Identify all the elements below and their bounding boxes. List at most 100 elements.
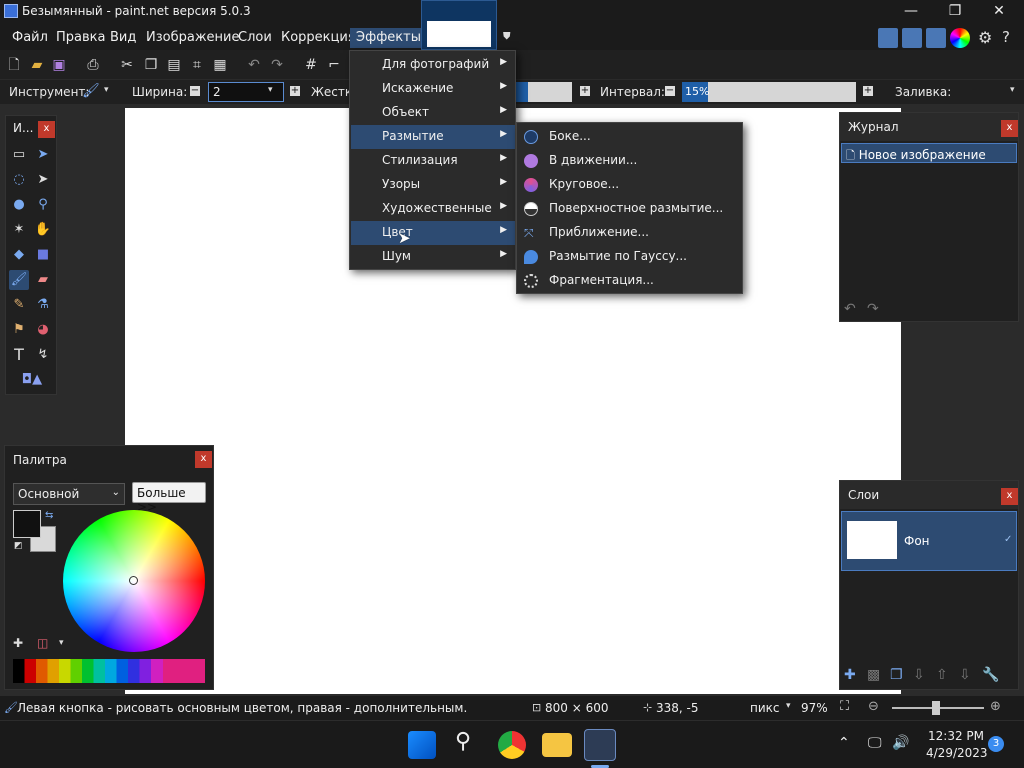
help-icon[interactable]: ?	[1002, 28, 1010, 46]
width-increase-button[interactable]: +	[290, 86, 300, 96]
history-item[interactable]: 🗋 Новое изображение	[841, 143, 1017, 163]
palette-options-chevron-icon[interactable]: ▾	[59, 638, 64, 648]
effects-menu-object[interactable]: Объект ▶	[351, 101, 515, 125]
color-wheel-cursor[interactable]	[129, 576, 138, 585]
image-tab-thumbnail[interactable]	[421, 0, 497, 50]
layer-properties-icon[interactable]: 🔧	[982, 667, 999, 683]
zoom-value[interactable]: 97%	[801, 701, 828, 715]
blur-gaussian[interactable]: Размытие по Гауссу...	[518, 245, 742, 269]
move-layer-down-icon[interactable]: ⇩	[959, 667, 971, 683]
ellipse-select-icon[interactable]: ●	[9, 195, 29, 215]
menu-effects[interactable]: Эффекты	[350, 28, 427, 48]
merge-layer-icon[interactable]: ⇩	[913, 667, 925, 683]
open-file-icon[interactable]: ▰	[28, 56, 46, 74]
rectangle-select-icon[interactable]: ▭	[9, 145, 29, 165]
move-selection-icon[interactable]: ➤	[33, 145, 53, 165]
add-layer-icon[interactable]: ✚	[844, 667, 856, 683]
reset-colors-icon[interactable]: ◩	[14, 541, 23, 551]
duplicate-layer-icon[interactable]: ❐	[890, 667, 903, 683]
menu-file[interactable]: Файл	[6, 28, 54, 48]
zoom-slider-thumb[interactable]	[932, 701, 940, 715]
palette-panel-close-button[interactable]: x	[195, 451, 212, 468]
clock-date[interactable]: 4/29/2023	[926, 746, 988, 760]
save-icon[interactable]: ▣	[50, 56, 68, 74]
menu-layers[interactable]: Слои	[232, 28, 278, 48]
paste-icon[interactable]: ▤	[165, 56, 183, 74]
copy-icon[interactable]: ❐	[142, 56, 160, 74]
text-tool-icon[interactable]: T	[9, 345, 29, 365]
blur-fragment[interactable]: Фрагментация...	[518, 269, 742, 293]
effects-menu-blur[interactable]: Размытие ▶	[351, 125, 515, 149]
layers-panel-close-button[interactable]: x	[1001, 488, 1018, 505]
blur-zoom[interactable]: ⤧ Приближение...	[518, 221, 742, 245]
effects-menu-stylize[interactable]: Стилизация ▶	[351, 149, 515, 173]
palette-more-button[interactable]: Больше >>	[132, 482, 206, 514]
units-select[interactable]: пикс	[750, 701, 780, 715]
effects-menu-artistic[interactable]: Художественные ▶	[351, 197, 515, 221]
undo-icon[interactable]: ↶	[245, 56, 263, 74]
layer-row[interactable]: Фон ✓	[841, 511, 1017, 571]
settings-gear-icon[interactable]: ⚙	[978, 28, 992, 47]
recolor-icon[interactable]: ◕	[33, 320, 53, 340]
file-explorer-icon[interactable]	[542, 733, 572, 757]
history-redo-icon[interactable]: ↷	[867, 301, 879, 317]
hardness-increase-button[interactable]: +	[580, 86, 590, 96]
blur-surface[interactable]: Поверхностное размытие...	[518, 197, 742, 221]
interval-slider[interactable]: 15%	[682, 82, 856, 102]
network-icon[interactable]: 🖵	[868, 735, 882, 751]
history-undo-icon[interactable]: ↶	[844, 301, 856, 317]
move-layer-up-icon[interactable]: ⇧	[936, 667, 948, 683]
swap-colors-icon[interactable]: ⇆	[45, 510, 53, 521]
colors-window-icon[interactable]	[950, 28, 970, 48]
menu-adjustments[interactable]: Коррекция	[275, 28, 362, 48]
crop-icon[interactable]: ⌗	[188, 56, 206, 74]
line-curve-icon[interactable]: ↯	[33, 345, 53, 365]
delete-layer-icon[interactable]: ▩	[867, 667, 880, 683]
tools-panel-close-button[interactable]: x	[38, 121, 55, 138]
new-file-icon[interactable]: 🗋	[5, 56, 23, 74]
menu-view[interactable]: Вид	[104, 28, 142, 48]
layers-window-icon[interactable]	[926, 28, 946, 48]
menu-edit[interactable]: Правка	[50, 28, 111, 48]
paint-bucket-icon[interactable]: ◆	[9, 245, 29, 265]
units-chevron-icon[interactable]: ▾	[786, 701, 791, 711]
primary-color-swatch[interactable]	[13, 510, 41, 538]
tool-dropdown-chevron-icon[interactable]: ▾	[104, 85, 109, 95]
pencil-icon[interactable]: ✎	[9, 295, 29, 315]
width-dropdown-chevron-icon[interactable]: ▾	[268, 85, 273, 95]
interval-decrease-button[interactable]: −	[665, 86, 675, 96]
blur-motion[interactable]: В движении...	[518, 149, 742, 173]
print-icon[interactable]: ⎙	[84, 56, 102, 74]
cut-icon[interactable]: ✂	[118, 56, 136, 74]
width-decrease-button[interactable]: −	[190, 86, 200, 96]
interval-increase-button[interactable]: +	[863, 86, 873, 96]
effects-menu-noise[interactable]: Шум ▶	[351, 245, 515, 269]
volume-icon[interactable]: 🔊	[892, 735, 909, 751]
move-selected-icon[interactable]: ➤	[33, 170, 53, 190]
palette-mode-select[interactable]: Основной ⌄	[13, 483, 125, 505]
tools-window-icon[interactable]	[878, 28, 898, 48]
notification-badge[interactable]: 3	[988, 736, 1004, 752]
deselect-icon[interactable]: ▦	[211, 56, 229, 74]
minimize-button[interactable]: —	[888, 0, 934, 24]
zoom-out-icon[interactable]: ⊖	[868, 699, 879, 714]
clock-time[interactable]: 12:32 PM	[928, 729, 984, 743]
layer-visible-checkbox-icon[interactable]: ✓	[1004, 534, 1012, 545]
magic-wand-icon[interactable]: ✶	[9, 220, 29, 240]
hardness-slider[interactable]	[516, 82, 572, 102]
history-panel-close-button[interactable]: x	[1001, 120, 1018, 137]
menu-image[interactable]: Изображение	[140, 28, 245, 48]
blur-radial[interactable]: Круговое...	[518, 173, 742, 197]
brush-tool-icon[interactable]: 🖌	[82, 83, 100, 99]
grid-icon[interactable]: #	[302, 56, 320, 74]
palette-swatches[interactable]	[13, 659, 205, 683]
effects-menu-patterns[interactable]: Узоры ▶	[351, 173, 515, 197]
toolbar-overflow-chevron-icon[interactable]: ▾	[1010, 85, 1015, 95]
shapes-icon[interactable]: ◘▲	[14, 370, 50, 390]
redo-icon[interactable]: ↷	[268, 56, 286, 74]
color-picker-icon[interactable]: ⚗	[33, 295, 53, 315]
maximize-button[interactable]: ❐	[932, 0, 978, 24]
zoom-icon[interactable]: ⚲	[33, 195, 53, 215]
paintbrush-icon[interactable]: 🖌	[9, 270, 29, 290]
effects-menu-color[interactable]: Цвет ▶	[351, 221, 515, 245]
